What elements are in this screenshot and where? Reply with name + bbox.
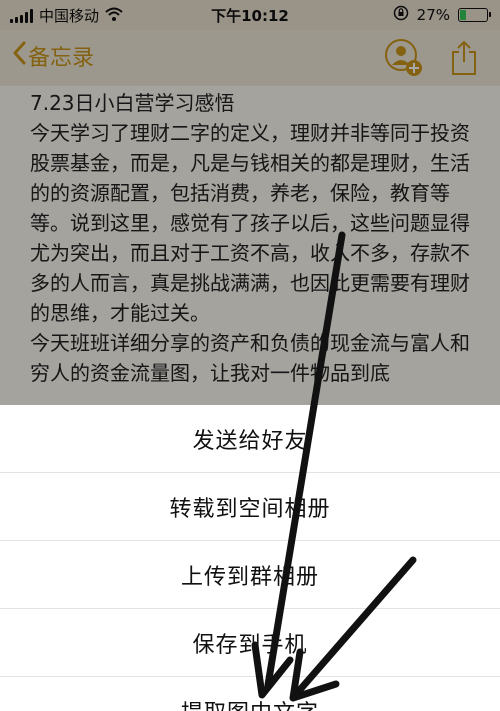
repost-to-album-button[interactable]: 转载到空间相册 [0,473,500,541]
upload-to-group-album-button[interactable]: 上传到群相册 [0,541,500,609]
action-sheet: 发送给好友 转载到空间相册 上传到群相册 保存到手机 提取图中文字 [0,405,500,711]
extract-text-button[interactable]: 提取图中文字 [0,677,500,711]
screen: 中国移动 下午10:12 27% 备忘录 7.23日小白营学习感悟 今天学习了理… [0,0,500,711]
send-to-friend-button[interactable]: 发送给好友 [0,405,500,473]
save-to-phone-button[interactable]: 保存到手机 [0,609,500,677]
